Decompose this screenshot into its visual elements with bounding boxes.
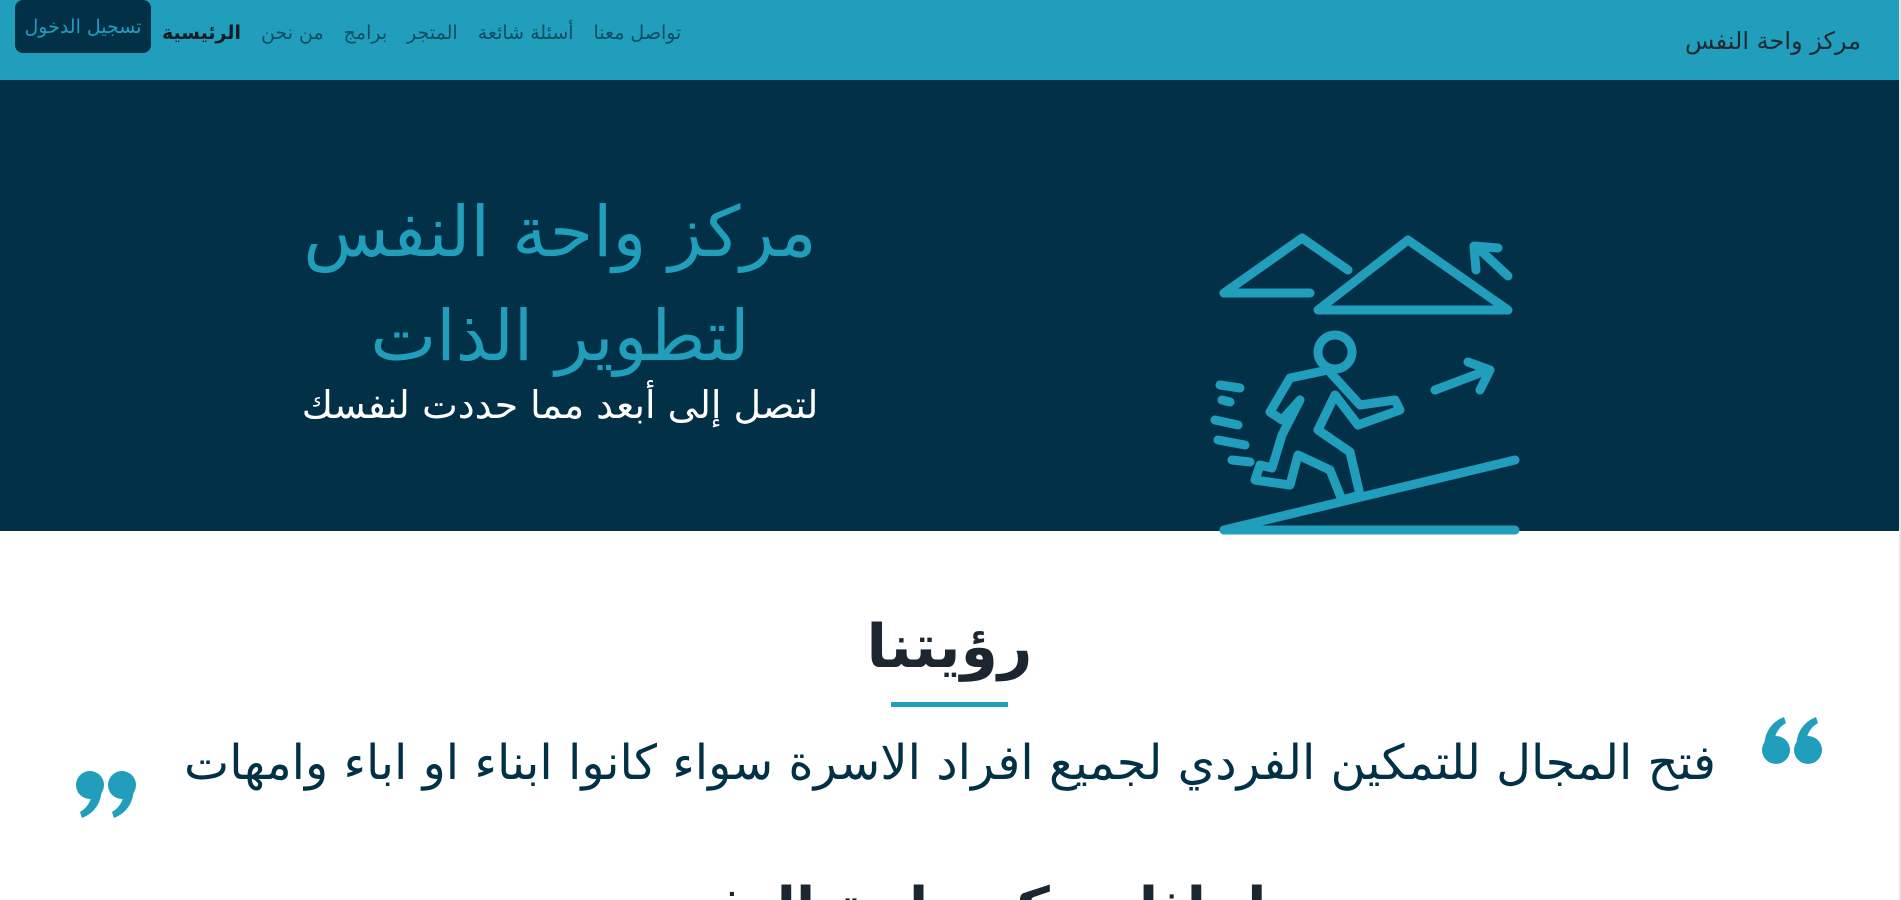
- nav-link-about[interactable]: من نحن: [261, 22, 324, 44]
- hero-subtitle: لتصل إلى أبعد مما حددت لنفسك: [301, 383, 819, 427]
- hero-section: مركز واحة النفس لتطوير الذات لتصل إلى أب…: [0, 80, 1899, 535]
- person-climbing-icon: [1210, 233, 1520, 535]
- nav-link-contact[interactable]: تواصل معنا: [594, 22, 682, 44]
- nav-link-programs[interactable]: برامج: [344, 22, 388, 44]
- navbar: مركز واحة النفس الرئيسية من نحن برامج ال…: [0, 0, 1899, 80]
- heading-underline: [891, 702, 1008, 707]
- hero-title: مركز واحة النفس لتطوير الذات: [250, 180, 870, 388]
- vision-heading: رؤيتنا: [866, 612, 1033, 682]
- vision-quote: فتح المجال للتمكين الفردي لجميع افراد ال…: [184, 735, 1716, 791]
- nav-link-store[interactable]: المتجر: [407, 22, 458, 44]
- nav-links: الرئيسية من نحن برامج المتجر أسئلة شائعة…: [162, 22, 681, 44]
- brand-title[interactable]: مركز واحة النفس: [1685, 27, 1861, 55]
- hero-title-line1: مركز واحة النفس: [303, 191, 817, 273]
- quote-close-icon: [76, 771, 136, 818]
- hero-title-line2: لتطوير الذات: [370, 295, 750, 377]
- login-button[interactable]: تسجيل الدخول: [15, 0, 151, 53]
- nav-link-home[interactable]: الرئيسية: [162, 22, 241, 44]
- why-us-heading: لماذا مركز واحة النفس: [0, 876, 1899, 900]
- quote-open-icon: [1762, 717, 1822, 764]
- nav-link-faq[interactable]: أسئلة شائعة: [478, 22, 574, 44]
